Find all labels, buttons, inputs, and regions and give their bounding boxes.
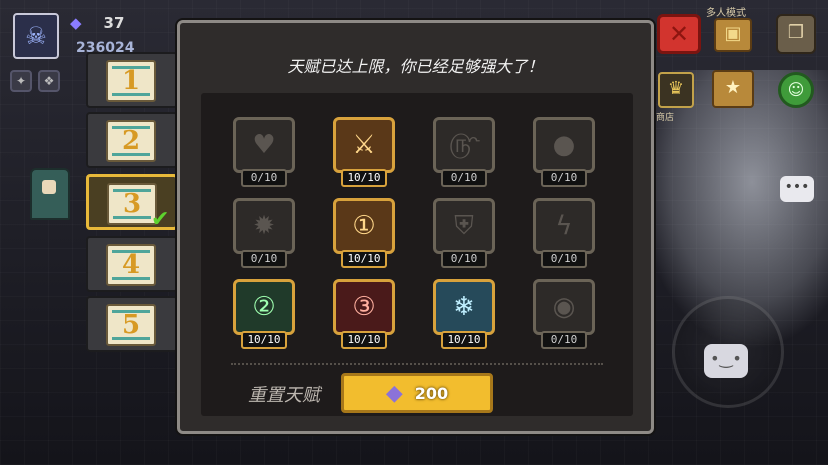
- diamond-icon: ◆: [385, 380, 403, 406]
- tab-chapter-2[interactable]: 2: [86, 112, 178, 168]
- talent-panel: 天赋已达上限，你已经足够强大了！ ♥ 0/10 ⚔ 10/10 ௹ 0/10 ● 0/10 ✹ 0…: [177, 20, 654, 434]
- buff-icon[interactable]: ✦: [10, 70, 32, 92]
- talent-level: 0/10: [241, 169, 287, 187]
- sword-icon: ⚔: [333, 117, 395, 173]
- reset-label: 重置天赋: [248, 385, 320, 406]
- lightning-icon: ϟ: [533, 198, 595, 254]
- talent-level: 0/10: [441, 250, 487, 268]
- reset-cost: 200: [414, 383, 449, 403]
- shop-icon[interactable]: ★: [712, 70, 754, 108]
- talent-level: 0/10: [541, 250, 587, 268]
- talent-cell[interactable]: ௹ 0/10: [433, 117, 495, 189]
- cyclops-icon: ◉: [533, 279, 595, 335]
- scroll-icon: 3: [107, 183, 157, 225]
- chat-icon[interactable]: ☺: [778, 72, 814, 108]
- gem-counter: ◆ 37: [70, 14, 124, 32]
- swirl-icon: ௹: [433, 117, 495, 173]
- talent-level: 0/10: [541, 331, 587, 349]
- check-icon: ✔: [151, 207, 170, 232]
- gem-value: 37: [103, 14, 125, 32]
- talent-level: 10/10: [441, 331, 487, 349]
- snowflake-icon: ❄: [433, 279, 495, 335]
- scroll-icon: 4: [106, 244, 156, 286]
- talent-level: 10/10: [241, 331, 287, 349]
- chest-icon[interactable]: ▣: [714, 18, 752, 52]
- talent-cell[interactable]: ϟ 0/10: [533, 198, 595, 270]
- talent-cell[interactable]: ② 10/10: [233, 279, 295, 351]
- talent-grid: ♥ 0/10 ⚔ 10/10 ௹ 0/10 ● 0/10 ✹ 0/10 ① 10/10 ⛨ 0/10 ϟ 0/…: [201, 93, 633, 416]
- mode-label: 多人模式: [706, 8, 746, 19]
- store-label: 商店: [656, 113, 675, 123]
- heart-icon: ♥: [233, 117, 295, 173]
- bubble-icon[interactable]: •••: [780, 176, 814, 202]
- weapon-3-icon: ③: [333, 279, 395, 335]
- talent-cell[interactable]: ● 0/10: [533, 117, 595, 189]
- talent-cell[interactable]: ✹ 0/10: [233, 198, 295, 270]
- hud-small-icons: ✦ ❖: [10, 70, 60, 92]
- avatar[interactable]: ☠: [13, 13, 59, 59]
- shield-icon: ⛨: [433, 198, 495, 254]
- talent-cell[interactable]: ③ 10/10: [333, 279, 395, 351]
- talent-cell[interactable]: ♥ 0/10: [233, 117, 295, 189]
- tab-chapter-3[interactable]: 3 ✔: [86, 174, 178, 232]
- talent-cell[interactable]: ❄ 10/10: [433, 279, 495, 351]
- talent-level: 0/10: [441, 169, 487, 187]
- pet-icon[interactable]: ❖: [38, 70, 60, 92]
- tab-label: 1: [121, 66, 141, 96]
- talent-level: 10/10: [341, 169, 387, 187]
- bomb-icon: ✹: [233, 198, 295, 254]
- reset-talent-button[interactable]: ◆ 200: [341, 373, 493, 413]
- tab-label: 5: [121, 310, 141, 340]
- tab-label: 3: [122, 189, 142, 219]
- joystick-knob[interactable]: •‿•: [704, 344, 748, 378]
- scroll-icon: 5: [106, 304, 156, 346]
- tab-chapter-5[interactable]: 5: [86, 296, 178, 352]
- tab-label: 4: [121, 250, 141, 280]
- close-icon: ✕: [668, 20, 690, 48]
- tab-chapter-4[interactable]: 4: [86, 236, 178, 292]
- pack-icon[interactable]: ❒: [776, 14, 816, 54]
- talent-level: 0/10: [241, 250, 287, 268]
- talent-cell[interactable]: ⚔ 10/10: [333, 117, 395, 189]
- tab-chapter-1[interactable]: 1: [86, 52, 178, 108]
- talent-board: ♥ 0/10 ⚔ 10/10 ௹ 0/10 ● 0/10 ✹ 0/10 ① 10/10 ⛨ 0/10 ϟ 0/…: [201, 93, 633, 416]
- hero-character: [30, 168, 70, 220]
- crown-icon[interactable]: ♛: [658, 72, 694, 108]
- talent-cell[interactable]: ◉ 0/10: [533, 279, 595, 351]
- close-button[interactable]: ✕: [657, 14, 701, 54]
- talent-cell[interactable]: ① 10/10: [333, 198, 395, 270]
- talent-level: 10/10: [341, 331, 387, 349]
- tab-label: 2: [121, 126, 141, 156]
- weapon-2-icon: ②: [233, 279, 295, 335]
- panel-title: 天赋已达上限，你已经足够强大了！: [287, 57, 544, 76]
- weapon-1-icon: ①: [333, 198, 395, 254]
- scroll-icon: 1: [106, 60, 156, 102]
- scroll-icon: 2: [106, 120, 156, 162]
- divider: [231, 363, 603, 365]
- talent-level: 10/10: [341, 250, 387, 268]
- drop-icon: ●: [533, 117, 595, 173]
- talent-level: 0/10: [541, 169, 587, 187]
- gem-icon: ◆: [70, 14, 82, 32]
- talent-cell[interactable]: ⛨ 0/10: [433, 198, 495, 270]
